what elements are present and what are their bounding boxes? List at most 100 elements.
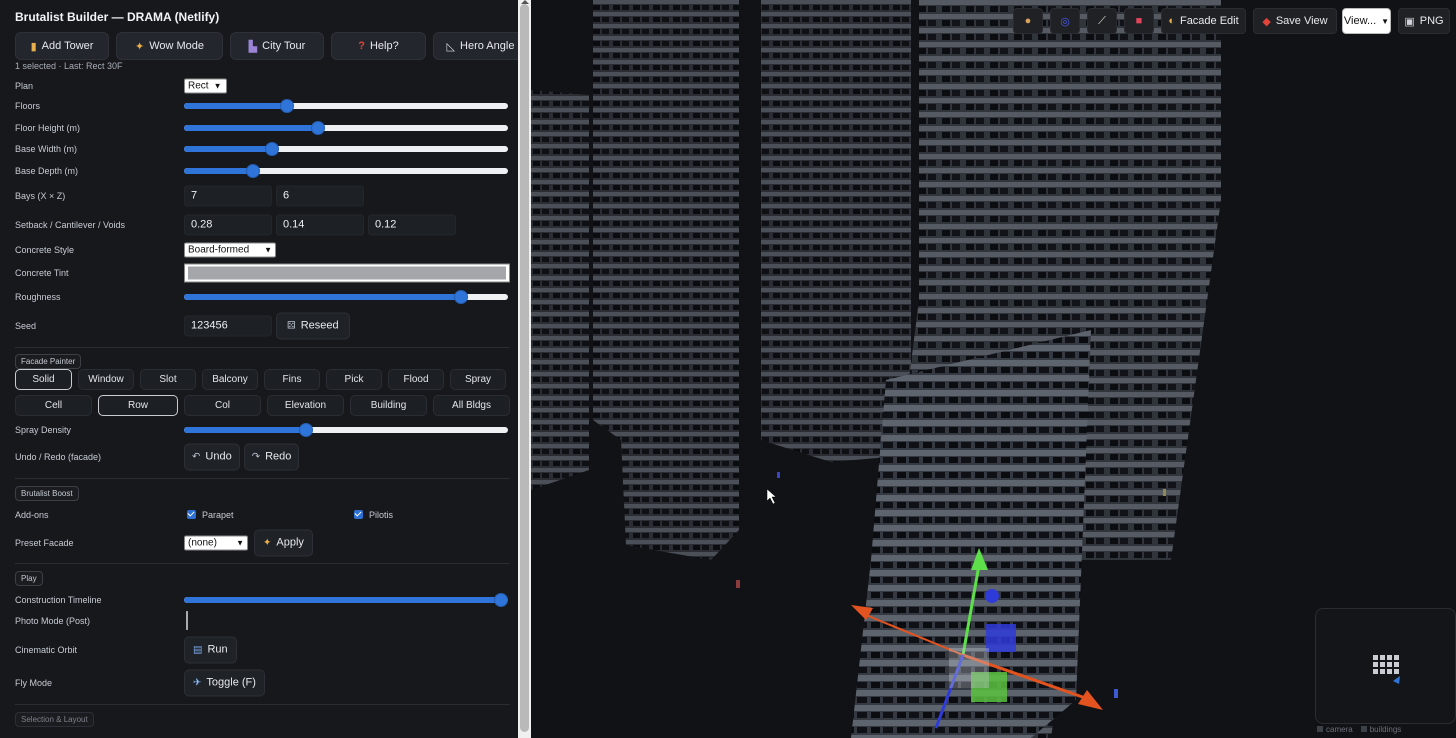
reseed-button[interactable]: ⚄ Reseed bbox=[276, 312, 350, 339]
tool-spray-button[interactable]: Spray bbox=[450, 369, 506, 390]
checkbox-checked[interactable] bbox=[187, 510, 196, 519]
divider bbox=[15, 347, 510, 348]
scrollbar-thumb[interactable] bbox=[520, 4, 529, 732]
base-depth-slider[interactable] bbox=[184, 164, 508, 178]
save-view-button[interactable]: ◆ Save View bbox=[1253, 8, 1337, 34]
tool-balcony-button[interactable]: Balcony bbox=[202, 369, 258, 390]
photo-mode-row: Photo Mode (Post) bbox=[15, 611, 510, 631]
construction-timeline-slider[interactable] bbox=[184, 593, 508, 607]
cookie-icon: ● bbox=[1024, 15, 1032, 27]
chevron-down-icon: ▼ bbox=[236, 538, 244, 547]
undo-redo-buttons: ↶ Undo ↷ Redo bbox=[184, 443, 300, 470]
parapet-checkbox[interactable]: Parapet bbox=[187, 506, 234, 524]
floor-height-label: Floor Height (m) bbox=[15, 123, 81, 133]
scene-marker bbox=[736, 580, 740, 588]
plan-select[interactable]: Rect ▼ bbox=[184, 78, 227, 94]
orbit-row: Cinematic Orbit ▤ Run bbox=[15, 636, 510, 663]
spray-density-slider[interactable] bbox=[184, 423, 508, 437]
seed-input[interactable]: 123456 bbox=[184, 315, 272, 336]
view-select[interactable]: View... ▼ bbox=[1342, 8, 1391, 34]
preset-facade-select[interactable]: (none) ▼ bbox=[184, 535, 248, 550]
ruler-button[interactable]: ⟋ bbox=[1087, 8, 1117, 34]
film-icon: ▤ bbox=[193, 644, 203, 655]
play-section-label: Play bbox=[15, 571, 43, 586]
side-panel: Brutalist Builder — DRAMA (Netlify) ▮ Add… bbox=[0, 0, 518, 738]
pilotis-checkbox[interactable]: Pilotis bbox=[354, 506, 393, 524]
scope-row-button[interactable]: Row bbox=[98, 395, 178, 416]
gizmo-center[interactable] bbox=[949, 648, 989, 688]
tower-icon: ▮ bbox=[30, 40, 37, 53]
bays-label: Bays (X × Z) bbox=[15, 191, 66, 201]
preset-facade-label: Preset Facade bbox=[15, 537, 74, 548]
slider-knob[interactable] bbox=[246, 164, 260, 178]
dice-icon: ⚄ bbox=[287, 320, 296, 331]
undo-button[interactable]: ↶ Undo bbox=[184, 443, 240, 470]
bays-x-input[interactable]: 7 bbox=[184, 185, 272, 207]
tool-fins-button[interactable]: Fins bbox=[264, 369, 320, 390]
facade-edit-button[interactable]: ◐ Facade Edit bbox=[1161, 8, 1246, 34]
slider-knob[interactable] bbox=[298, 423, 313, 437]
scope-all-buildings-button[interactable]: All Bldgs bbox=[433, 395, 510, 416]
checkbox-unchecked[interactable] bbox=[186, 611, 188, 630]
tower-far-left[interactable] bbox=[531, 90, 589, 490]
slider-knob[interactable] bbox=[280, 99, 295, 113]
scope-elevation-button[interactable]: Elevation bbox=[267, 395, 344, 416]
checkbox-checked[interactable] bbox=[354, 510, 363, 519]
tool-solid-button[interactable]: Solid bbox=[15, 369, 72, 390]
slider-knob[interactable] bbox=[311, 121, 326, 135]
question-icon: ? bbox=[358, 40, 365, 52]
tool-pick-button[interactable]: Pick bbox=[326, 369, 382, 390]
concrete-tint-picker[interactable] bbox=[184, 263, 510, 283]
gizmo-plane-xy[interactable] bbox=[986, 624, 1016, 652]
scope-building-button[interactable]: Building bbox=[350, 395, 427, 416]
painter-tools: Solid Window Slot Balcony Fins Pick Floo… bbox=[15, 369, 506, 390]
add-tower-button[interactable]: ▮ Add Tower bbox=[15, 32, 109, 60]
wow-mode-button[interactable]: ✦ Wow Mode bbox=[116, 32, 223, 60]
slider-knob[interactable] bbox=[494, 593, 508, 607]
orbit-run-button[interactable]: ▤ Run bbox=[184, 636, 237, 663]
floors-slider[interactable] bbox=[184, 99, 508, 113]
gizmo-handle[interactable] bbox=[985, 589, 999, 603]
base-width-slider[interactable] bbox=[184, 142, 508, 156]
hero-angle-button[interactable]: ◺ Hero Angle bbox=[433, 32, 518, 60]
photo-mode-checkbox[interactable] bbox=[186, 611, 188, 630]
help-button[interactable]: ? Help? bbox=[331, 32, 426, 60]
concrete-style-select[interactable]: Board-formed ▼ bbox=[184, 242, 276, 258]
floor-height-row: Floor Height (m) bbox=[15, 118, 510, 138]
cantilever-input[interactable]: 0.14 bbox=[276, 214, 364, 236]
slider-knob[interactable] bbox=[264, 142, 279, 156]
roughness-slider[interactable] bbox=[184, 290, 508, 304]
apply-preset-button[interactable]: ✦ Apply bbox=[254, 529, 313, 556]
scope-col-button[interactable]: Col bbox=[184, 395, 261, 416]
painter-scopes: Cell Row Col Elevation Building All Bldg… bbox=[15, 395, 510, 416]
setback-inputs: 0.28 0.14 0.12 bbox=[184, 214, 460, 236]
addons-row: Add-ons Parapet Pilotis bbox=[15, 505, 510, 525]
orbit-button[interactable]: ◎ bbox=[1050, 8, 1080, 34]
panel-scrollbar[interactable] bbox=[518, 0, 531, 738]
timeline-label: Construction Timeline bbox=[15, 595, 102, 605]
fly-toggle-button[interactable]: ✈ Toggle (F) bbox=[184, 669, 265, 696]
plan-row: Plan Rect ▼ bbox=[15, 76, 510, 96]
cityscape-icon: ▙ bbox=[248, 40, 258, 53]
concrete-tint-row: Concrete Tint bbox=[15, 263, 510, 283]
eraser-icon: ■ bbox=[1135, 15, 1143, 27]
tool-window-button[interactable]: Window bbox=[78, 369, 134, 390]
setback-input[interactable]: 0.28 bbox=[184, 214, 272, 236]
voids-input[interactable]: 0.12 bbox=[368, 214, 456, 236]
floor-height-slider[interactable] bbox=[184, 121, 508, 135]
tool-flood-button[interactable]: Flood bbox=[388, 369, 444, 390]
3d-viewport[interactable]: ● ◎ ⟋ ■ ◐ Facade Edit ◆ Save View View... ▼… bbox=[531, 0, 1456, 738]
eraser-button[interactable]: ■ bbox=[1124, 8, 1154, 34]
redo-button[interactable]: ↷ Redo bbox=[243, 443, 300, 470]
addons-label: Add-ons bbox=[15, 510, 49, 520]
png-export-button[interactable]: ▣ PNG bbox=[1398, 8, 1450, 34]
minimap[interactable] bbox=[1315, 608, 1456, 724]
bays-z-input[interactable]: 6 bbox=[276, 185, 364, 207]
cookie-button[interactable]: ● bbox=[1013, 8, 1043, 34]
slider-knob[interactable] bbox=[453, 290, 468, 304]
camera-marker-icon bbox=[1393, 676, 1400, 684]
tool-slot-button[interactable]: Slot bbox=[140, 369, 196, 390]
scope-cell-button[interactable]: Cell bbox=[15, 395, 92, 416]
city-tour-button[interactable]: ▙ City Tour bbox=[230, 32, 324, 60]
redo-icon: ↷ bbox=[251, 451, 261, 462]
